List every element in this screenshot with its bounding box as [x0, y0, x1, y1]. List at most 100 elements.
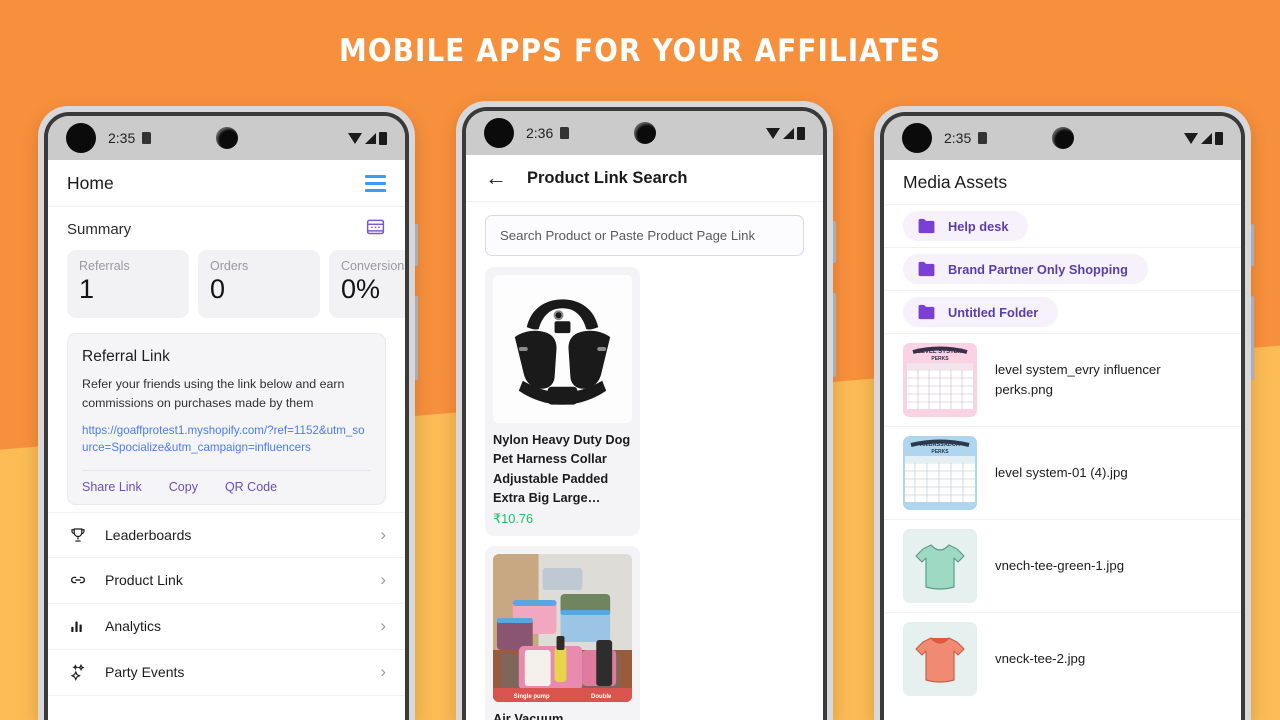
- product-card[interactable]: Single pump Double Air Vacuum Compressed…: [485, 545, 640, 720]
- signal-icon: [1201, 132, 1212, 144]
- phone1-screen: 2:35 Home Summary Referrals 1 Orders 0 C…: [48, 116, 405, 720]
- phone1-status-bar: 2:35: [48, 116, 405, 160]
- file-row[interactable]: LEVEL SYSTEM PERKS level system_evry inf…: [884, 333, 1241, 426]
- page-title: Media Assets: [903, 172, 1008, 192]
- phone2-screen: 2:36 ← Product Link Search Search Produc…: [466, 111, 823, 720]
- dog-harness-photo: [493, 275, 632, 423]
- phone1-volume-button[interactable]: [415, 224, 418, 266]
- camera-punchhole-icon: [215, 127, 238, 149]
- stat-card-referrals[interactable]: Referrals 1: [67, 250, 189, 319]
- folder-icon: [918, 304, 935, 320]
- hamburger-icon[interactable]: [365, 174, 386, 192]
- chevron-right-icon: ›: [380, 616, 386, 636]
- file-name: level system-01 (4).jpg: [995, 464, 1128, 480]
- file-row[interactable]: vnech-tee-green-1.jpg: [884, 519, 1241, 612]
- stat-value: 1: [79, 274, 95, 304]
- sdcard-icon: [978, 132, 988, 144]
- phone-mockup-media-assets: 2:35 Media Assets Help desk Brand Partne…: [874, 106, 1254, 720]
- sdcard-icon: [142, 132, 152, 144]
- phone1-app-bar: Home: [48, 160, 405, 207]
- phone2-power-button[interactable]: [833, 293, 836, 377]
- vacuum-storage-bag-photo: Single pump Double: [493, 553, 632, 702]
- pump-label-double: Double: [590, 693, 612, 700]
- search-field-wrapper[interactable]: [485, 215, 804, 256]
- camera-punchhole-icon: [1051, 127, 1074, 149]
- camera-punchhole-left-icon: [484, 118, 514, 148]
- folder-icon: [918, 261, 935, 277]
- svg-text:PERKS: PERKS: [931, 356, 949, 362]
- stats-scroller[interactable]: Referrals 1 Orders 0 Conversions 0%: [48, 250, 405, 319]
- product-title: Nylon Heavy Duty Dog Pet Harness Collar …: [493, 432, 631, 506]
- product-results-grid: Nylon Heavy Duty Dog Pet Harness Collar …: [466, 267, 823, 720]
- menu-item-analytics[interactable]: Analytics ›: [48, 604, 405, 650]
- stat-label: Conversions: [341, 259, 405, 273]
- folder-chip-untitled-folder[interactable]: Untitled Folder: [903, 297, 1059, 327]
- copy-button[interactable]: Copy: [169, 480, 198, 494]
- folder-chip-brand-partner-only-shopping[interactable]: Brand Partner Only Shopping: [903, 254, 1148, 284]
- wifi-icon: [766, 127, 780, 139]
- phone3-screen: 2:35 Media Assets Help desk Brand Partne…: [884, 116, 1241, 720]
- chevron-right-icon: ›: [380, 570, 386, 590]
- calendar-icon[interactable]: [365, 216, 386, 242]
- coral-tee-thumbnail: [903, 622, 977, 696]
- phone2-volume-button[interactable]: [833, 221, 836, 263]
- battery-icon: [379, 131, 387, 145]
- svg-text:AMBASSADOR: AMBASSADOR: [920, 442, 960, 448]
- blue-level-table-thumbnail: AMBASSADOR PERKS: [903, 436, 977, 510]
- folder-row[interactable]: Untitled Folder: [884, 290, 1241, 333]
- folder-name: Brand Partner Only Shopping: [948, 261, 1128, 277]
- stat-card-conversions[interactable]: Conversions 0%: [329, 250, 405, 319]
- qr-code-button[interactable]: QR Code: [225, 480, 277, 494]
- referral-url[interactable]: https://goaffprotest1.myshopify.com/?ref…: [82, 423, 371, 457]
- file-row[interactable]: vneck-tee-2.jpg: [884, 612, 1241, 705]
- phone-mockup-product-search: 2:36 ← Product Link Search Search Produc…: [456, 101, 836, 720]
- status-time: 2:36: [526, 125, 554, 141]
- svg-text:PERKS: PERKS: [931, 449, 949, 455]
- wifi-icon: [1184, 132, 1198, 144]
- folder-row[interactable]: Brand Partner Only Shopping: [884, 247, 1241, 290]
- bar-chart-icon: [67, 617, 88, 635]
- menu-item-party-events[interactable]: Party Events ›: [48, 650, 405, 696]
- chevron-right-icon: ›: [380, 524, 386, 544]
- menu-item-leaderboards[interactable]: Leaderboards ›: [48, 511, 405, 558]
- referral-card-description: Refer your friends using the link below …: [82, 377, 345, 410]
- menu-item-label: Analytics: [105, 618, 162, 635]
- phone2-app-bar: ← Product Link Search: [466, 155, 823, 202]
- menu-item-label: Product Link: [105, 572, 183, 589]
- referral-card-title: Referral Link: [82, 348, 170, 366]
- folder-name: Help desk: [948, 218, 1009, 234]
- phone1-power-button[interactable]: [415, 296, 418, 380]
- product-price: ₹10.76: [493, 510, 534, 526]
- summary-header: Summary: [48, 207, 405, 250]
- back-arrow-icon[interactable]: ←: [485, 167, 507, 189]
- phone3-status-bar: 2:35: [884, 116, 1241, 160]
- signal-icon: [783, 127, 794, 139]
- folder-icon: [918, 218, 935, 234]
- stat-label: Orders: [210, 259, 249, 273]
- product-card[interactable]: Nylon Heavy Duty Dog Pet Harness Collar …: [485, 267, 640, 536]
- phone3-volume-button[interactable]: [1251, 224, 1254, 266]
- battery-icon: [1215, 131, 1223, 145]
- trophy-icon: [67, 526, 88, 544]
- file-row[interactable]: AMBASSADOR PERKS level system-01 (4).jpg: [884, 426, 1241, 519]
- folder-chip-help-desk[interactable]: Help desk: [903, 211, 1029, 241]
- sparkles-icon: [67, 663, 88, 682]
- folder-row[interactable]: Help desk: [884, 204, 1241, 247]
- svg-text:LEVEL SYSTEM: LEVEL SYSTEM: [917, 349, 963, 355]
- stat-label: Referrals: [79, 259, 130, 273]
- green-tee-thumbnail: [903, 529, 977, 603]
- camera-punchhole-left-icon: [902, 123, 932, 153]
- signal-icon: [365, 132, 376, 144]
- link-icon: [67, 571, 88, 589]
- referral-actions: Share Link Copy QR Code: [82, 469, 371, 504]
- page-title: Home: [67, 172, 114, 193]
- phone2-status-bar: 2:36: [466, 111, 823, 155]
- file-name: vnech-tee-green-1.jpg: [995, 557, 1125, 573]
- chevron-right-icon: ›: [380, 662, 386, 682]
- menu-item-product-link[interactable]: Product Link ›: [48, 558, 405, 604]
- phone3-power-button[interactable]: [1251, 296, 1254, 380]
- share-link-button[interactable]: Share Link: [82, 480, 142, 494]
- camera-punchhole-left-icon: [66, 123, 96, 153]
- stat-card-orders[interactable]: Orders 0: [198, 250, 320, 319]
- search-input[interactable]: [500, 228, 789, 243]
